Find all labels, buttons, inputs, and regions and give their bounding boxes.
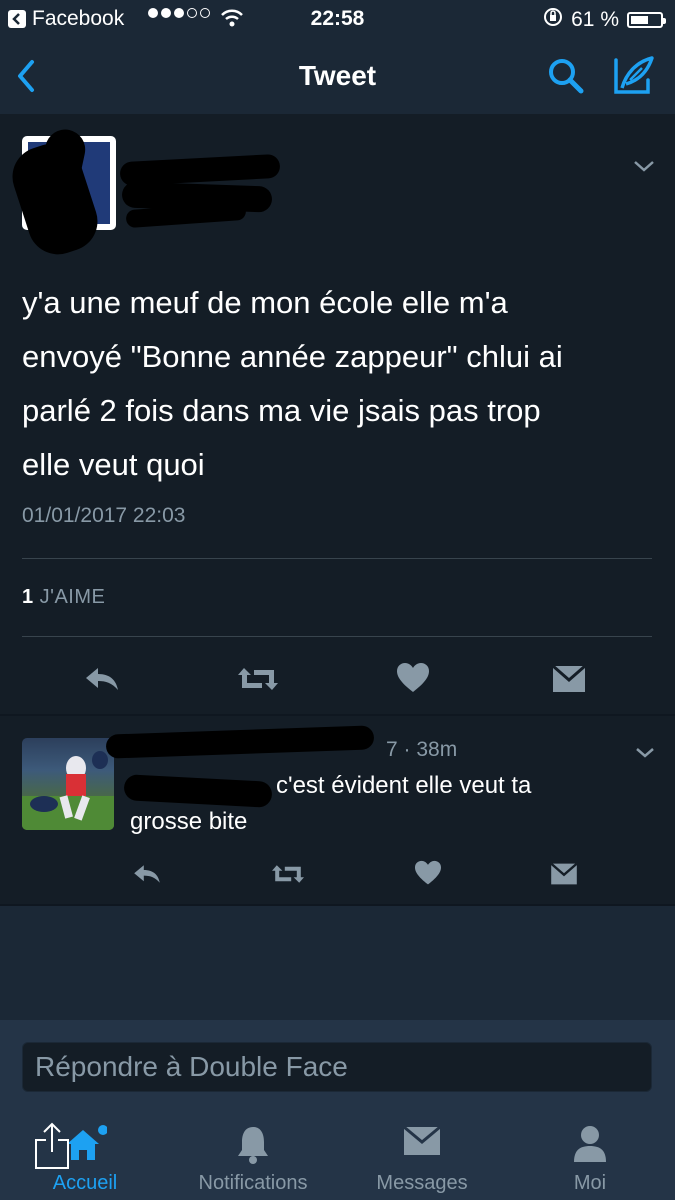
tab-label: Messages: [376, 1172, 468, 1194]
tab-messages[interactable]: Messages: [360, 1108, 484, 1200]
reply-avatar[interactable]: [22, 738, 114, 830]
retweet-icon: [272, 865, 304, 883]
divider: [22, 558, 652, 559]
reply-options-button[interactable]: [634, 746, 656, 765]
tab-bar: Accueil Notifications Messages Moi: [0, 1108, 675, 1200]
tweet-text-line: parlé 2 fois dans ma vie jsais pas trop: [22, 393, 541, 428]
retweet-button[interactable]: [236, 664, 280, 699]
reply-button[interactable]: [132, 862, 162, 891]
reply-text-line: grosse bite: [130, 808, 248, 835]
tab-me[interactable]: Moi: [540, 1108, 640, 1200]
search-button[interactable]: [546, 56, 586, 101]
bell-icon: [235, 1124, 271, 1169]
tweet-timestamp: 01/01/2017 22:03: [22, 504, 186, 527]
reply-text: c'est évident elle veut ta grosse bite: [130, 768, 630, 840]
retweet-button[interactable]: [270, 862, 306, 891]
envelope-icon: [550, 862, 578, 885]
retweet-icon: [238, 668, 278, 690]
envelope-icon: [552, 664, 586, 692]
tweet-options-button[interactable]: [632, 158, 656, 179]
chevron-down-icon: [636, 748, 654, 758]
tweet-text-line: elle veut quoi: [22, 447, 205, 482]
share-button[interactable]: [34, 1122, 70, 1175]
heart-icon: [415, 860, 441, 885]
divider: [22, 636, 652, 637]
tab-notifications[interactable]: Notifications: [180, 1108, 326, 1200]
rotation-lock-icon: [543, 7, 563, 33]
redaction: [105, 725, 375, 759]
reply-meta: 7 · 38m: [386, 738, 458, 761]
like-button[interactable]: [396, 662, 430, 699]
likes-count[interactable]: 1 J'AIME: [22, 586, 105, 609]
navigation-bar: Tweet: [0, 38, 675, 114]
reply-actions: [0, 854, 675, 894]
heart-icon: [397, 663, 429, 692]
battery-icon: [627, 12, 666, 28]
likes-label: J'AIME: [39, 586, 106, 608]
tab-label: Notifications: [198, 1172, 308, 1194]
tweet-text-line: y'a une meuf de mon école elle m'a: [22, 285, 508, 320]
empty-area: [0, 906, 675, 1020]
envelope-icon: [402, 1124, 442, 1163]
reply-text-line: c'est évident elle veut ta: [276, 772, 532, 799]
compose-tweet-button[interactable]: [612, 54, 656, 101]
main-tweet: y'a une meuf de mon école elle m'a envoy…: [0, 114, 675, 714]
chevron-down-icon: [634, 161, 654, 172]
direct-message-button[interactable]: [552, 664, 586, 699]
compose-quill-icon: [614, 56, 654, 94]
search-icon: [549, 59, 584, 94]
tab-label: Accueil: [52, 1172, 118, 1194]
reply-tweet[interactable]: 7 · 38m c'est évident elle veut ta gross…: [0, 716, 675, 904]
reply-input[interactable]: [22, 1042, 652, 1092]
likes-number: 1: [22, 586, 34, 608]
football-photo: [22, 751, 114, 830]
status-bar: Facebook 22:58 61 %: [0, 0, 675, 38]
direct-message-button[interactable]: [550, 862, 578, 891]
reply-icon: [134, 865, 160, 883]
tweet-text: y'a une meuf de mon école elle m'a envoy…: [22, 276, 652, 492]
reply-composer: [0, 1020, 675, 1108]
person-icon: [572, 1124, 608, 1169]
tweet-text-line: envoyé "Bonne année zappeur" chlui ai: [22, 339, 563, 374]
battery-percent: 61 %: [571, 8, 619, 31]
tweet-actions: [0, 654, 675, 704]
reply-icon: [86, 668, 118, 690]
like-button[interactable]: [414, 860, 442, 891]
reply-button[interactable]: [84, 664, 120, 699]
share-icon: [35, 1122, 69, 1169]
tab-label: Moi: [573, 1172, 607, 1194]
